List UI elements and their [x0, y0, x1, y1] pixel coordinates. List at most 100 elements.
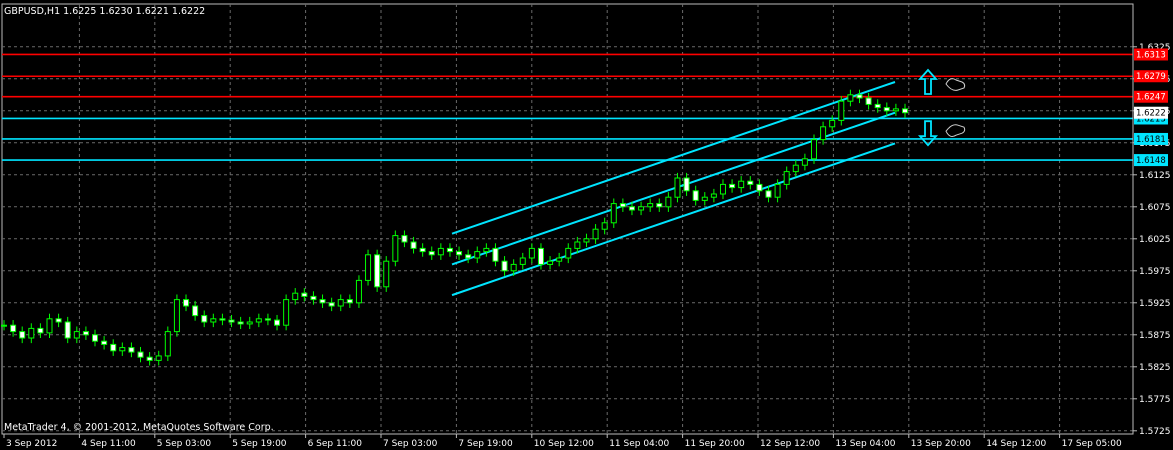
x-tick-label: 11 Sep 20:00	[685, 439, 745, 449]
candle-body	[283, 299, 290, 326]
candle-body	[428, 251, 435, 256]
x-tick-label: 5 Sep 03:00	[157, 439, 212, 449]
current-price-label: 1.6222	[1136, 109, 1166, 119]
x-tick-label: 5 Sep 19:00	[232, 439, 287, 449]
candle-body	[501, 260, 508, 272]
candle-body	[619, 203, 626, 208]
candle-body	[19, 331, 26, 339]
candle-body	[1, 324, 7, 327]
candle-body	[355, 279, 362, 304]
candle-body	[628, 206, 635, 211]
candle-body	[683, 177, 690, 192]
x-tick-label: 12 Sep 12:00	[760, 439, 820, 449]
candle-body	[128, 347, 135, 353]
regression-channel[interactable]	[451, 81, 896, 297]
candle-body	[374, 254, 381, 288]
candle-body	[465, 254, 472, 259]
candle-body	[292, 292, 299, 301]
channel-line[interactable]	[451, 142, 896, 297]
candle-body	[638, 206, 645, 211]
x-tick-label: 10 Sep 12:00	[534, 439, 594, 449]
x-tick-label: 6 Sep 11:00	[308, 439, 363, 449]
candle-body	[219, 318, 226, 321]
candle-body	[101, 340, 108, 345]
candle-body	[701, 196, 708, 201]
y-tick-label: 1.6075	[1139, 203, 1171, 213]
candle-body	[774, 183, 781, 198]
candle-body	[747, 180, 754, 185]
candle-body	[183, 299, 190, 307]
candle-body	[537, 247, 544, 265]
candle-body	[383, 260, 390, 288]
candle-body	[592, 228, 599, 240]
x-tick-label: 3 Sep 2012	[6, 439, 57, 449]
candle-body	[710, 193, 717, 198]
candle-body	[246, 321, 253, 325]
candle-body	[301, 292, 308, 297]
chart-header: GBPUSD,H1 1.6225 1.6230 1.6221 1.6222	[4, 6, 205, 17]
candle-body	[255, 318, 262, 323]
x-tick-label: 17 Sep 05:00	[1062, 439, 1122, 449]
candle-body	[656, 203, 663, 208]
candle-body	[792, 164, 799, 173]
horizontal-levels[interactable]	[2, 53, 1133, 161]
candle-series	[1, 89, 908, 366]
candle-body	[237, 321, 244, 325]
candle-body	[146, 356, 153, 361]
candle-body	[137, 351, 144, 358]
x-tick-label: 7 Sep 19:00	[458, 439, 513, 449]
down-arrow-icon	[917, 120, 939, 147]
candle-body	[829, 119, 836, 128]
candle-body	[902, 108, 908, 114]
thumbs-down-icon	[945, 124, 966, 138]
candle-body	[483, 247, 490, 253]
price-chart[interactable]: 1.63251.62751.62251.61751.61251.60751.60…	[0, 0, 1173, 450]
candle-body	[574, 241, 581, 249]
level-tag-label: 1.6148	[1136, 156, 1166, 166]
x-tick-label: 7 Sep 03:00	[383, 439, 438, 449]
candle-body	[274, 319, 281, 326]
candle-body	[192, 305, 199, 317]
candle-body	[55, 318, 62, 323]
copyright-footer: MetaTrader 4, © 2001-2012, MetaQuotes So…	[4, 422, 274, 433]
x-tick-label: 4 Sep 11:00	[81, 439, 136, 449]
candle-body	[738, 180, 745, 189]
channel-line[interactable]	[451, 111, 896, 266]
candle-body	[492, 247, 499, 262]
candle-body	[729, 183, 736, 189]
candle-body	[64, 321, 71, 339]
candle-body	[92, 334, 99, 342]
candle-body	[346, 299, 353, 304]
y-tick-label: 1.5825	[1139, 363, 1171, 373]
y-tick-label: 1.5775	[1139, 395, 1171, 405]
y-tick-label: 1.5925	[1139, 299, 1171, 309]
channel-line[interactable]	[451, 81, 896, 235]
candle-body	[674, 177, 681, 198]
candle-body	[201, 315, 208, 323]
signal-arrows	[917, 68, 966, 147]
candle-body	[210, 318, 217, 323]
candle-body	[173, 299, 180, 333]
candle-body	[610, 203, 617, 224]
candle-body	[446, 247, 453, 253]
candle-body	[892, 108, 899, 112]
candle-body	[37, 327, 44, 334]
candle-body	[665, 196, 672, 208]
candle-body	[392, 235, 399, 262]
level-tag-label: 1.6279	[1136, 72, 1166, 82]
x-tick-label: 13 Sep 20:00	[911, 439, 971, 449]
y-tick-label: 1.5725	[1139, 427, 1171, 437]
x-tick-label: 11 Sep 04:00	[609, 439, 669, 449]
candle-body	[437, 247, 444, 256]
level-tag-label: 1.6247	[1136, 93, 1166, 103]
y-tick-label: 1.5875	[1139, 331, 1171, 341]
candle-body	[556, 257, 563, 262]
candle-body	[601, 222, 608, 230]
candle-body	[510, 263, 517, 272]
candle-body	[719, 183, 726, 195]
candle-body	[883, 107, 890, 112]
candle-body	[319, 299, 326, 304]
candle-body	[10, 324, 17, 333]
plot-frame	[1, 3, 1134, 435]
price-axis: 1.63251.62751.62251.61751.61251.60751.60…	[1132, 4, 1171, 437]
